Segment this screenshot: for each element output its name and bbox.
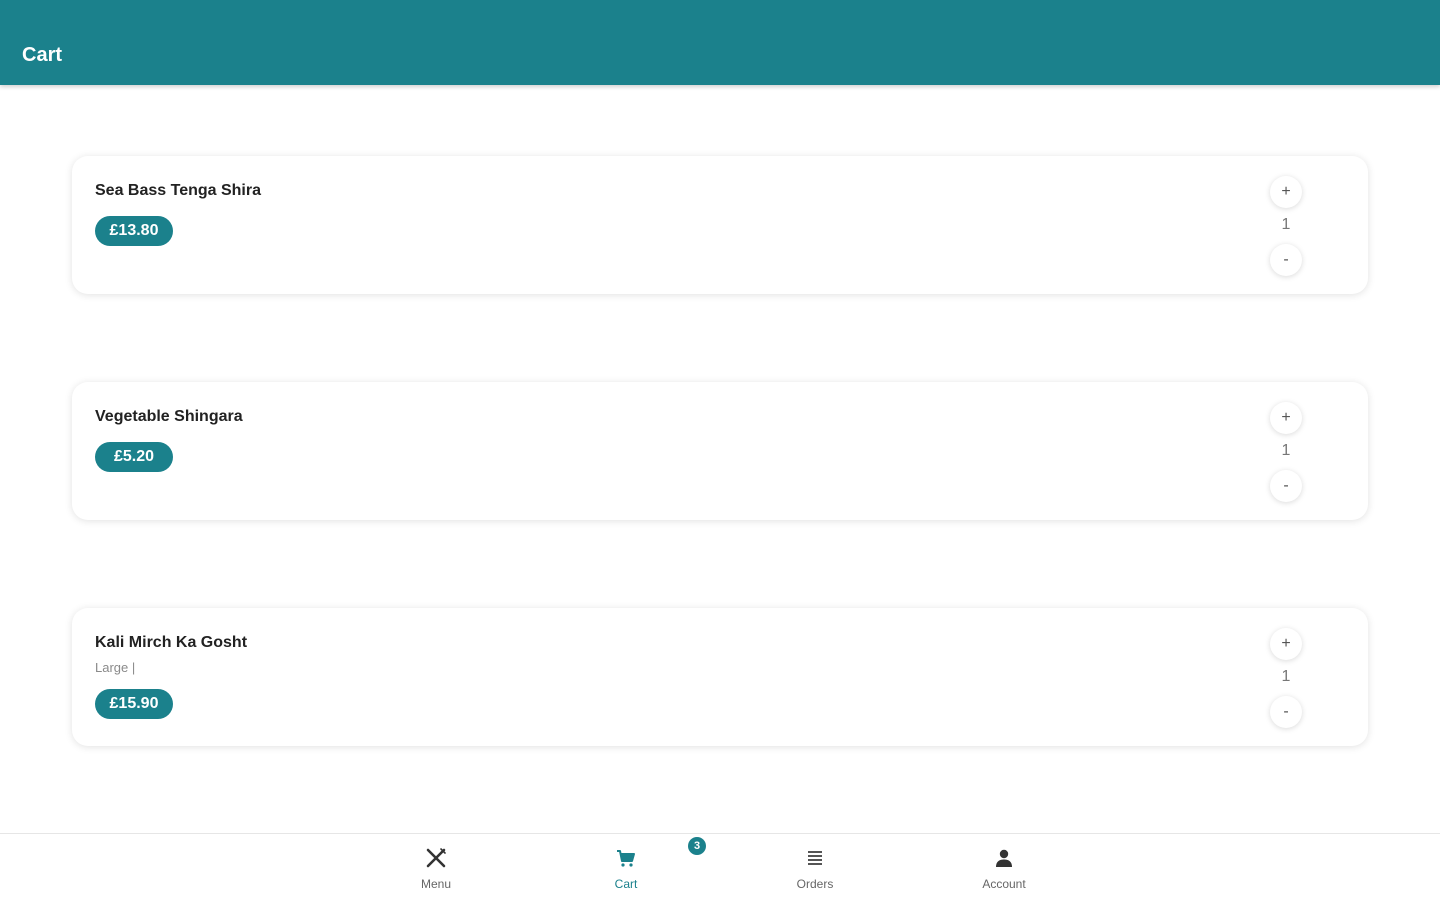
cart-item-card: Kali Mirch Ka Gosht Large | £15.90 + 1 -	[72, 608, 1368, 746]
item-price-badge: £15.90	[95, 689, 173, 719]
cart-item-card: Vegetable Shingara £5.20 + 1 -	[72, 382, 1368, 520]
decrease-quantity-button[interactable]: -	[1270, 244, 1302, 276]
list-icon	[808, 851, 822, 865]
nav-orders[interactable]: Orders	[755, 834, 875, 900]
nav-orders-label: Orders	[796, 877, 834, 891]
item-price-badge: £13.80	[95, 216, 173, 246]
app-bar: Cart	[0, 0, 1440, 85]
cart-item-card: Sea Bass Tenga Shira £13.80 + 1 -	[72, 156, 1368, 294]
cart-list: Sea Bass Tenga Shira £13.80 + 1 - Vegeta…	[0, 85, 1440, 833]
nav-account-label: Account	[982, 877, 1026, 891]
quantity-stepper: + 1 -	[1270, 176, 1302, 280]
nav-menu[interactable]: Menu	[376, 834, 496, 900]
page-title: Cart	[22, 44, 63, 66]
bottom-navigation: Menu Cart 3 Orders Account	[0, 833, 1440, 900]
quantity-value: 1	[1281, 442, 1291, 459]
nav-account[interactable]: Account	[944, 834, 1064, 900]
quantity-stepper: + 1 -	[1270, 628, 1302, 732]
decrease-quantity-button[interactable]: -	[1270, 470, 1302, 502]
cart-screen: Cart Sea Bass Tenga Shira £13.80 + 1 - V…	[0, 0, 1440, 900]
item-price-badge: £5.20	[95, 442, 173, 472]
quantity-value: 1	[1281, 216, 1291, 233]
person-icon	[996, 849, 1012, 867]
nav-menu-label: Menu	[420, 877, 452, 891]
nav-cart[interactable]: Cart 3	[566, 834, 706, 900]
increase-quantity-button[interactable]: +	[1270, 628, 1302, 660]
item-name: Sea Bass Tenga Shira	[95, 182, 261, 199]
nav-cart-label: Cart	[614, 877, 638, 891]
decrease-quantity-button[interactable]: -	[1270, 696, 1302, 728]
quantity-stepper: + 1 -	[1270, 402, 1302, 506]
item-name: Kali Mirch Ka Gosht	[95, 634, 248, 651]
cart-count-badge: 3	[688, 837, 706, 855]
quantity-value: 1	[1281, 668, 1291, 685]
increase-quantity-button[interactable]: +	[1270, 176, 1302, 208]
item-name: Vegetable Shingara	[95, 408, 243, 425]
item-options: Large |	[95, 660, 136, 675]
cart-icon	[617, 850, 635, 867]
increase-quantity-button[interactable]: +	[1270, 402, 1302, 434]
utensils-icon	[426, 848, 446, 868]
